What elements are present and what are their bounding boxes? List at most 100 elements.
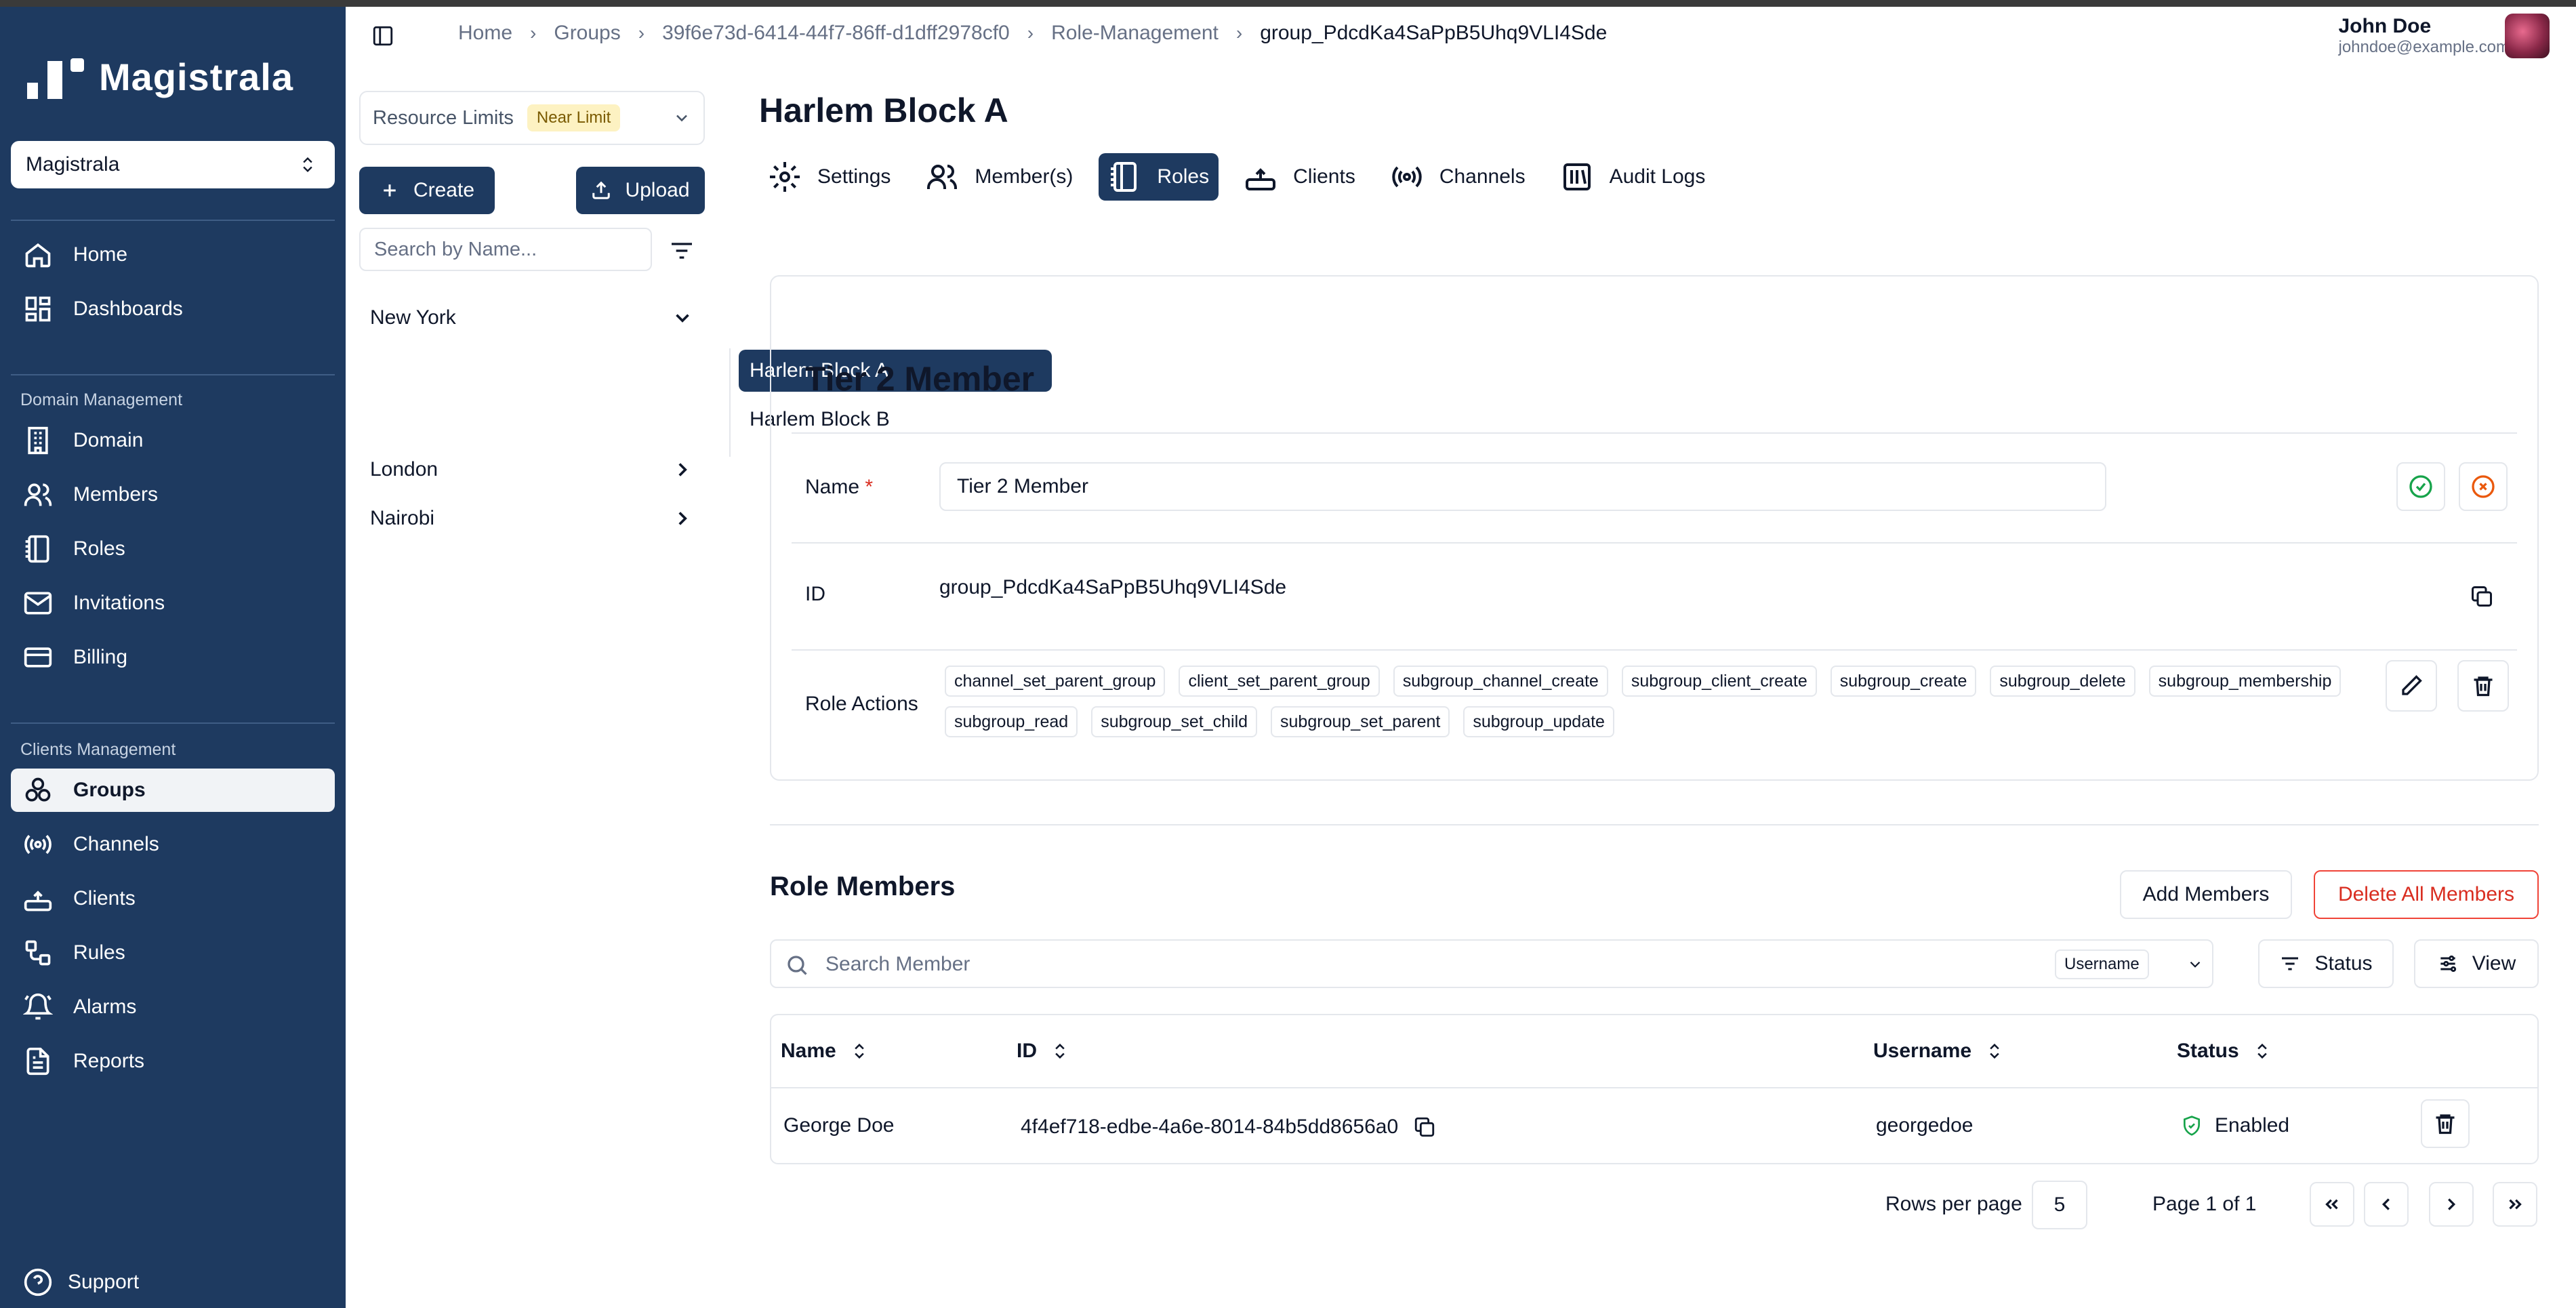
chevrons-right-icon [2509, 1199, 2522, 1210]
edit-actions-button[interactable] [2386, 660, 2437, 712]
last-page-button[interactable] [2493, 1182, 2537, 1227]
delete-role-button[interactable] [2457, 660, 2509, 712]
domain-select-value: Magistrala [26, 153, 120, 176]
table-header-divider [771, 1087, 2537, 1088]
user-info[interactable]: John Doe johndoe@example.com [2338, 15, 2510, 57]
card-divider [792, 542, 2517, 544]
avatar[interactable] [2505, 14, 2550, 58]
support-link[interactable]: Support [11, 1261, 335, 1304]
tree-guide-line [729, 348, 731, 457]
sidebar-item-billing[interactable]: Billing [11, 636, 335, 679]
home-icon [25, 243, 51, 268]
cancel-name-button[interactable] [2459, 462, 2508, 511]
sidebar-item-clients[interactable]: Clients [11, 877, 335, 920]
sidebar-item-rules[interactable]: Rules [11, 931, 335, 975]
name-label: Name * [805, 476, 873, 499]
rows-per-page-select[interactable]: 5 [2032, 1181, 2087, 1229]
breadcrumb-separator-icon: › [1235, 22, 1243, 43]
sidebar-item-members[interactable]: Members [11, 473, 335, 516]
user-name: John Doe [2338, 15, 2432, 37]
delete-all-members-button[interactable]: Delete All Members [2314, 870, 2539, 919]
sidebar-toggle-icon[interactable] [371, 24, 394, 47]
breadcrumb-groups[interactable]: Groups [554, 22, 620, 45]
copy-icon[interactable] [2470, 584, 2494, 609]
window-top-strip [0, 0, 2576, 7]
add-members-label: Add Members [2142, 883, 2270, 905]
column-header-username[interactable]: Username [1873, 1040, 2004, 1063]
filter-icon[interactable] [668, 237, 695, 264]
group-tabs: Settings Member(s) Roles Clients Channel… [759, 153, 1715, 201]
first-page-button[interactable] [2310, 1182, 2354, 1227]
sidebar: Magistrala Magistrala Home Dashboards Do… [0, 7, 346, 1308]
users-icon [24, 483, 52, 506]
copy-icon[interactable] [1413, 1116, 1436, 1139]
mail-icon [24, 592, 52, 615]
chevron-down-icon [676, 314, 689, 323]
role-name-input[interactable]: Tier 2 Member [939, 462, 2106, 511]
member-status-cell: Enabled [2181, 1114, 2289, 1137]
domain-select[interactable]: Magistrala [11, 141, 335, 188]
member-name-cell: George Doe [783, 1114, 895, 1137]
remove-member-button[interactable] [2421, 1099, 2470, 1148]
search-field-value: Username [2055, 949, 2149, 979]
tab-audit-logs[interactable]: Audit Logs [1551, 153, 1715, 201]
role-action-chip: subgroup_create [1830, 666, 1977, 697]
status-filter-button[interactable]: Status [2258, 939, 2394, 988]
role-action-chip: client_set_parent_group [1179, 666, 1380, 697]
rows-per-page-value: 5 [2053, 1193, 2066, 1216]
sidebar-item-home[interactable]: Home [11, 233, 335, 277]
column-header-status[interactable]: Status [2177, 1040, 2272, 1063]
check-circle-icon [2409, 475, 2432, 498]
sidebar-item-label: Groups [73, 779, 146, 801]
sidebar-item-invitations[interactable]: Invitations [11, 581, 335, 625]
tab-settings[interactable]: Settings [759, 153, 900, 201]
sidebar-item-label: Clients [73, 887, 136, 910]
column-header-name[interactable]: Name [781, 1040, 869, 1063]
upload-button[interactable]: Upload [576, 167, 705, 214]
tab-members[interactable]: Member(s) [916, 153, 1082, 201]
create-button[interactable]: Create [359, 167, 495, 214]
chevron-right-icon [678, 463, 687, 476]
column-header-id[interactable]: ID [1017, 1040, 1069, 1063]
search-field-select[interactable]: Username [2049, 946, 2213, 983]
page-title: Harlem Block A [759, 91, 1008, 129]
view-options-button[interactable]: View [2414, 939, 2539, 988]
sidebar-item-domain[interactable]: Domain [11, 419, 335, 462]
card-icon [24, 647, 52, 668]
tab-clients[interactable]: Clients [1235, 153, 1365, 201]
card-divider [792, 432, 2517, 434]
next-page-button[interactable] [2429, 1182, 2474, 1227]
role-actions-label: Role Actions [805, 693, 918, 715]
card-divider [792, 649, 2517, 651]
sidebar-item-label: Channels [73, 833, 159, 855]
sidebar-item-channels[interactable]: Channels [11, 823, 335, 866]
role-action-chip: subgroup_membership [2148, 666, 2342, 697]
previous-page-button[interactable] [2364, 1182, 2409, 1227]
tab-channels[interactable]: Channels [1381, 153, 1535, 201]
sidebar-item-label: Billing [73, 646, 128, 668]
breadcrumb-role-management[interactable]: Role-Management [1051, 22, 1219, 45]
sidebar-item-reports[interactable]: Reports [11, 1040, 335, 1083]
tab-label: Clients [1293, 165, 1355, 188]
tree-item-label: New York [370, 306, 456, 329]
rules-icon [25, 940, 51, 966]
tree-item-london[interactable]: London [359, 449, 705, 491]
support-label: Support [68, 1271, 140, 1293]
group-search-input[interactable]: Search by Name... [359, 228, 652, 271]
brand-logo[interactable]: Magistrala [27, 53, 293, 100]
confirm-name-button[interactable] [2396, 462, 2445, 511]
sidebar-item-groups[interactable]: Groups [11, 769, 335, 812]
resource-limits-dropdown[interactable]: Resource Limits Near Limit [359, 91, 705, 145]
sidebar-item-dashboards[interactable]: Dashboards [11, 287, 335, 331]
router-icon [24, 891, 52, 912]
tree-item-new-york[interactable]: New York [359, 297, 705, 339]
breadcrumb-group-id[interactable]: 39f6e73d-6414-44f7-86ff-d1dff2978cf0 [662, 22, 1010, 45]
sidebar-item-alarms[interactable]: Alarms [11, 985, 335, 1029]
tree-item-nairobi[interactable]: Nairobi [359, 497, 705, 539]
member-search-input[interactable]: Search Member Username [770, 939, 2213, 988]
breadcrumb-home[interactable]: Home [458, 22, 512, 45]
breadcrumb-separator-icon: › [1027, 22, 1034, 43]
sidebar-item-roles[interactable]: Roles [11, 527, 335, 571]
tab-roles[interactable]: Roles [1099, 153, 1219, 201]
add-members-button[interactable]: Add Members [2120, 870, 2292, 919]
